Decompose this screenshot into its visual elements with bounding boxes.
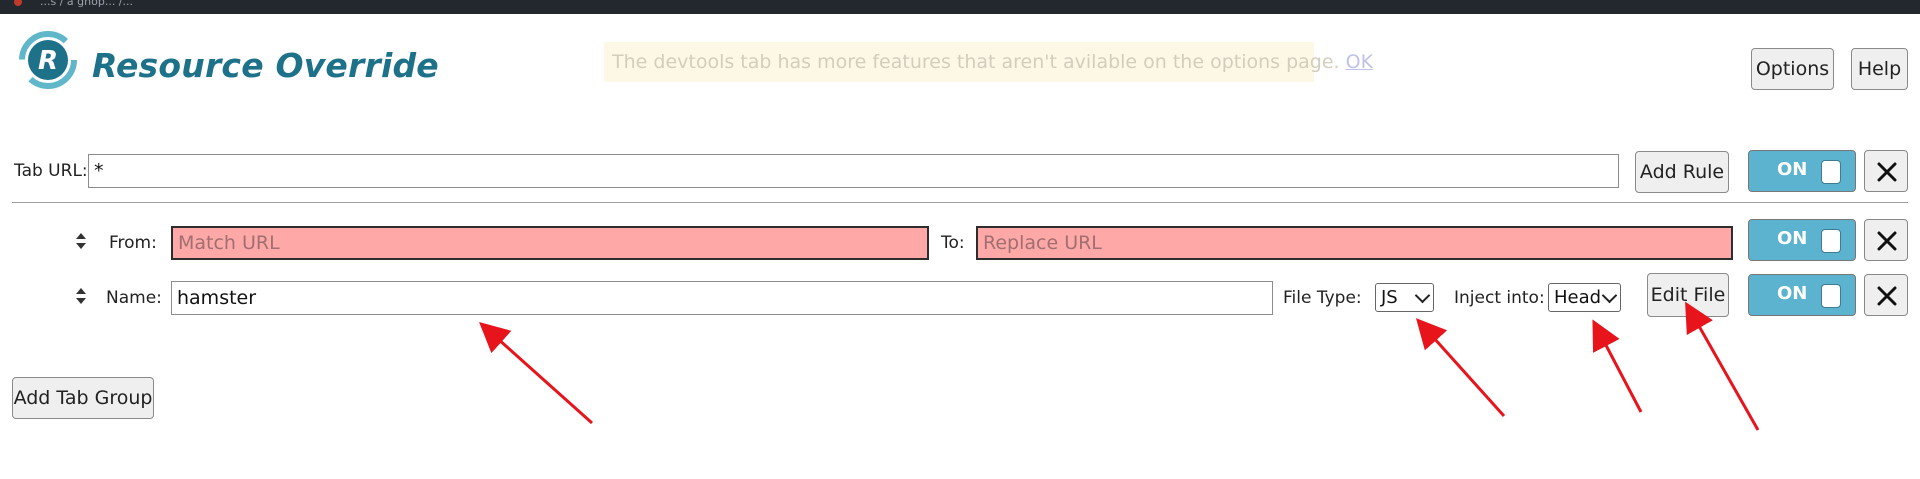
from-url-input[interactable]: Match URL (171, 226, 929, 260)
tab-url-label: Tab URL: (14, 161, 88, 181)
toggle-label: ON (1777, 283, 1808, 304)
browser-tab-icon (14, 0, 22, 6)
to-label: To: (941, 233, 965, 253)
file-type-select[interactable]: JS (1375, 283, 1434, 312)
remove-rule-button[interactable] (1864, 274, 1908, 316)
from-label: From: (109, 233, 157, 253)
name-input[interactable]: hamster (171, 281, 1273, 315)
chevron-down-icon (1601, 287, 1618, 304)
app-title: Resource Override (92, 46, 439, 85)
edit-file-button[interactable]: Edit File (1647, 273, 1729, 317)
inject-into-label: Inject into: (1454, 288, 1545, 308)
add-rule-button[interactable]: Add Rule (1635, 151, 1729, 193)
notice-ok-link[interactable]: OK (1346, 51, 1373, 73)
remove-tab-group-button[interactable] (1864, 150, 1908, 192)
to-url-input[interactable]: Replace URL (976, 226, 1733, 260)
svg-text:R: R (38, 46, 58, 76)
tab-group-toggle[interactable]: ON (1748, 150, 1856, 192)
toggle-label: ON (1777, 228, 1808, 249)
toggle-knob (1821, 160, 1841, 184)
logo-r-icon: R (18, 30, 78, 90)
chevron-down-icon (1414, 287, 1431, 304)
notice-text: The devtools tab has more features that … (612, 51, 1340, 73)
add-tab-group-button[interactable]: Add Tab Group (12, 377, 154, 419)
inject-into-value: Head (1554, 287, 1602, 308)
file-type-label: File Type: (1283, 288, 1362, 308)
drag-handle-icon[interactable] (74, 286, 88, 306)
close-icon (1877, 162, 1897, 182)
name-label: Name: (106, 288, 162, 308)
browser-tab-title[interactable]: ...s / a gnop... /... (40, 0, 133, 8)
drag-handle-icon[interactable] (74, 231, 88, 251)
toggle-label: ON (1777, 159, 1808, 180)
close-icon (1877, 286, 1897, 306)
annotation-arrow-icon (1592, 319, 1643, 413)
rule-toggle[interactable]: ON (1748, 274, 1856, 316)
devtools-notice: The devtools tab has more features that … (604, 42, 1373, 82)
divider (12, 202, 1908, 203)
annotation-arrow-icon (479, 322, 593, 425)
inject-into-select[interactable]: Head (1548, 283, 1621, 312)
annotation-arrow-icon (1415, 318, 1506, 418)
browser-top-bar: ...s / a gnop... /... (0, 0, 1920, 14)
tab-url-input[interactable]: * (88, 154, 1619, 188)
close-icon (1877, 231, 1897, 251)
annotation-arrow-icon (1685, 301, 1760, 431)
remove-rule-button[interactable] (1864, 219, 1908, 261)
rule-toggle[interactable]: ON (1748, 219, 1856, 261)
help-button[interactable]: Help (1851, 48, 1908, 90)
file-type-value: JS (1381, 287, 1398, 308)
toggle-knob (1821, 284, 1841, 308)
toggle-knob (1821, 229, 1841, 253)
options-button[interactable]: Options (1751, 48, 1834, 90)
